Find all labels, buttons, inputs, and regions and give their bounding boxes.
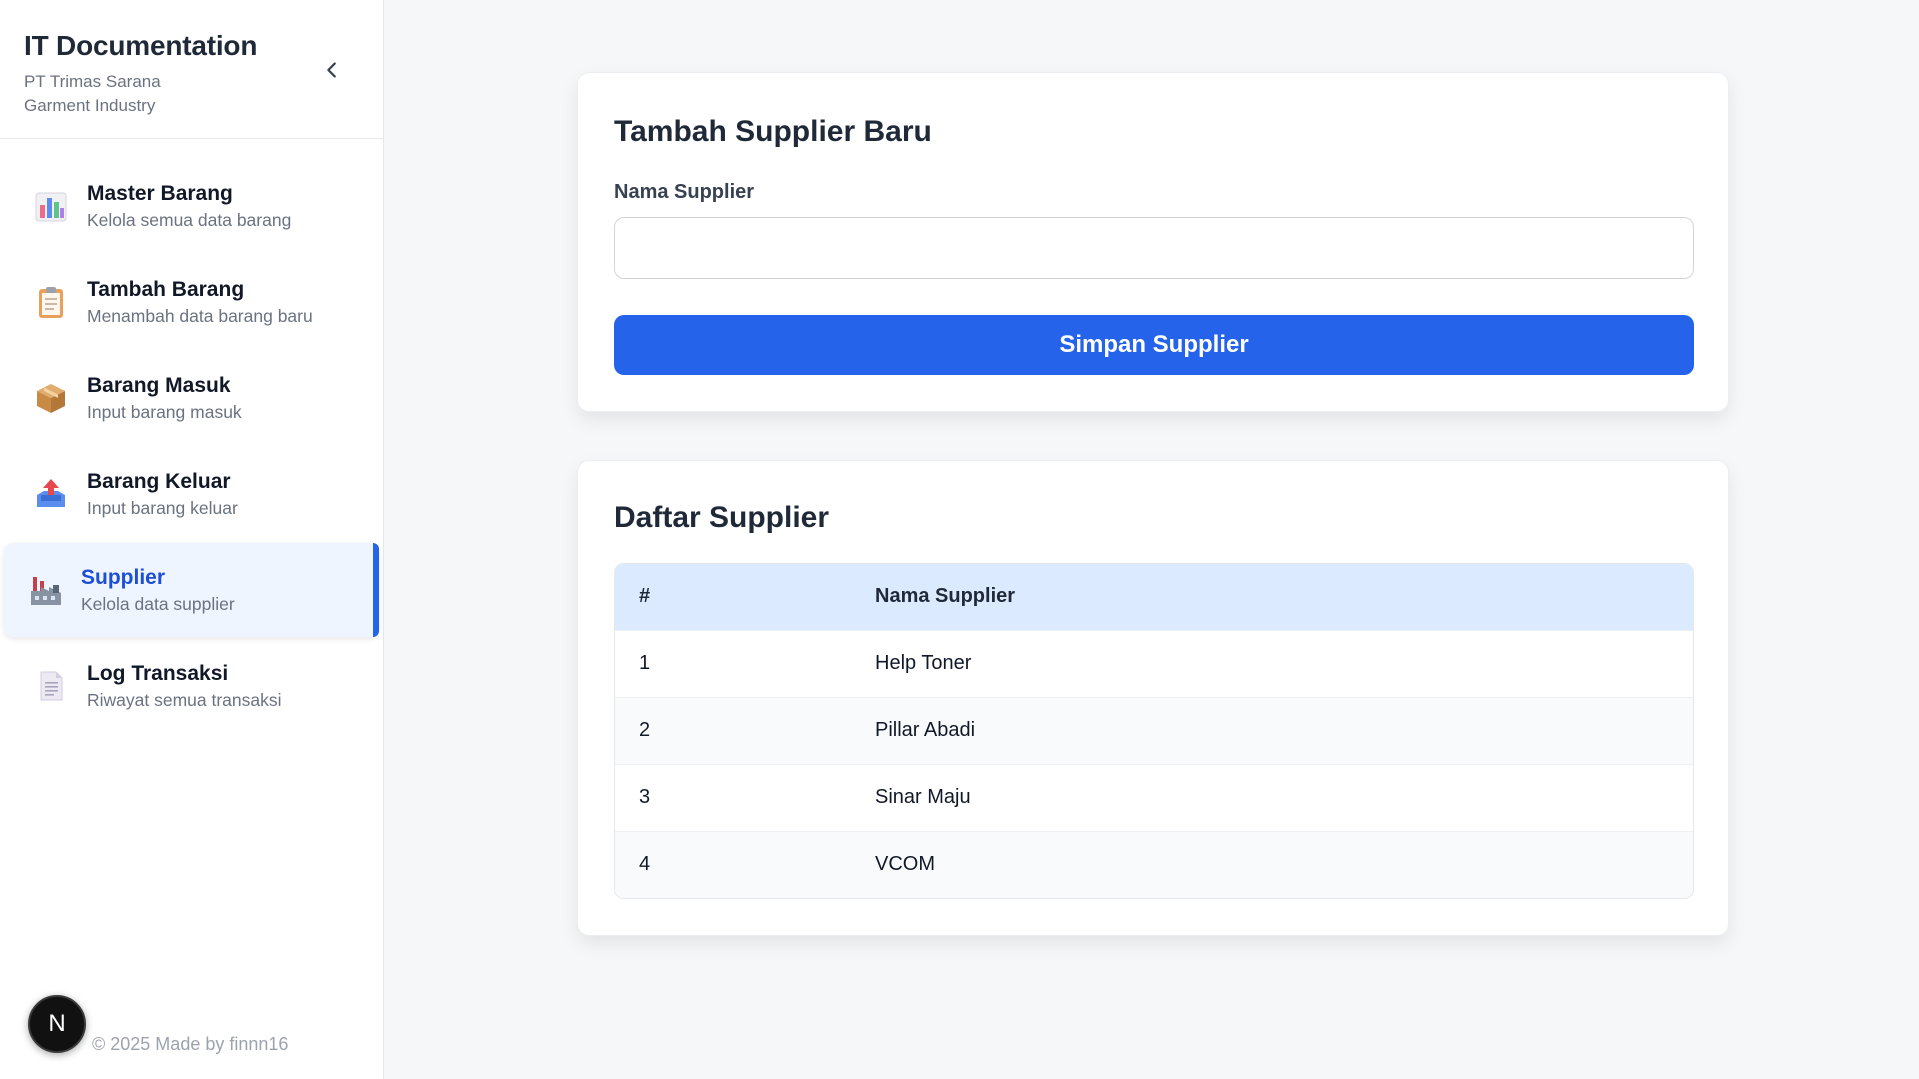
table-row: 4 VCOM <box>615 831 1693 898</box>
supplier-name: Pillar Abadi <box>875 719 976 741</box>
supplier-table: # Nama Supplier 1 Help Toner 2 Pillar Ab… <box>615 564 1693 898</box>
outbox-tray-icon <box>37 479 65 507</box>
row-number: 3 <box>639 786 651 808</box>
sidebar-nav: Master Barang Kelola semua data barang T… <box>0 139 383 733</box>
sidebar-item-desc: Kelola data supplier <box>81 593 235 614</box>
sidebar-item-desc: Kelola semua data barang <box>87 209 292 230</box>
clipboard-icon <box>39 287 63 318</box>
collapse-sidebar-button[interactable] <box>314 52 350 88</box>
column-header-name: Nama Supplier <box>875 585 1016 608</box>
sidebar-header: IT Documentation PT Trimas Sarana Garmen… <box>0 0 383 139</box>
company-name: PT Trimas Sarana Garment Industry <box>24 72 161 115</box>
copyright-text: © 2025 Made by finnn16 <box>92 1034 289 1054</box>
sidebar-item-desc: Riwayat semua transaksi <box>87 689 282 710</box>
document-icon <box>40 671 63 701</box>
column-header-number: # <box>639 585 651 608</box>
supplier-name-label: Nama Supplier <box>614 181 755 203</box>
sidebar-item-barang-keluar[interactable]: Barang Keluar Input barang keluar <box>4 447 379 541</box>
table-header-row: # Nama Supplier <box>615 564 1693 630</box>
app-root: IT Documentation PT Trimas Sarana Garmen… <box>0 0 1919 1079</box>
form-title: Tambah Supplier Baru <box>614 115 932 148</box>
bar-chart-icon <box>35 192 67 222</box>
sidebar-item-label: Supplier <box>81 565 166 589</box>
add-supplier-card: Tambah Supplier Baru Nama Supplier Simpa… <box>577 72 1729 412</box>
list-title: Daftar Supplier <box>614 501 830 534</box>
sidebar-item-desc: Input barang masuk <box>87 401 242 422</box>
supplier-list-card: Daftar Supplier # Nama Supplier 1 Help T… <box>577 460 1729 936</box>
row-number: 4 <box>639 853 651 876</box>
main-content: Tambah Supplier Baru Nama Supplier Simpa… <box>384 0 1919 1079</box>
table-row: 2 Pillar Abadi <box>615 697 1693 764</box>
package-icon <box>37 384 65 413</box>
sidebar-item-barang-masuk[interactable]: Barang Masuk Input barang masuk <box>4 351 379 445</box>
sidebar-item-label: Barang Masuk <box>87 373 231 397</box>
save-supplier-button[interactable]: Simpan Supplier <box>614 315 1694 375</box>
supplier-name: Sinar Maju <box>875 786 971 808</box>
sidebar-item-label: Barang Keluar <box>87 469 231 493</box>
sidebar-item-desc: Menambah data barang baru <box>87 305 313 326</box>
factory-icon <box>31 577 61 605</box>
sidebar-item-label: Master Barang <box>87 181 233 205</box>
supplier-table-wrapper: # Nama Supplier 1 Help Toner 2 Pillar Ab… <box>614 563 1694 899</box>
sidebar-item-label: Tambah Barang <box>87 277 245 301</box>
sidebar-item-log-transaksi[interactable]: Log Transaksi Riwayat semua transaksi <box>4 639 379 733</box>
sidebar-item-master-barang[interactable]: Master Barang Kelola semua data barang <box>4 159 379 253</box>
supplier-name: VCOM <box>875 853 935 876</box>
app-title: IT Documentation <box>24 30 258 61</box>
avatar[interactable]: N <box>28 995 86 1053</box>
sidebar-item-label: Log Transaksi <box>87 661 229 685</box>
table-row: 3 Sinar Maju <box>615 764 1693 831</box>
table-row: 1 Help Toner <box>615 630 1693 697</box>
sidebar-item-tambah-barang[interactable]: Tambah Barang Menambah data barang baru <box>4 255 379 349</box>
sidebar-item-supplier[interactable]: Supplier Kelola data supplier <box>4 543 379 637</box>
row-number: 2 <box>639 719 651 741</box>
row-number: 1 <box>639 652 651 674</box>
chevron-left-icon <box>327 62 336 78</box>
supplier-name-input[interactable] <box>614 217 1694 279</box>
sidebar-item-desc: Input barang keluar <box>87 497 238 518</box>
sidebar: IT Documentation PT Trimas Sarana Garmen… <box>0 0 384 1079</box>
supplier-name: Help Toner <box>875 652 972 674</box>
